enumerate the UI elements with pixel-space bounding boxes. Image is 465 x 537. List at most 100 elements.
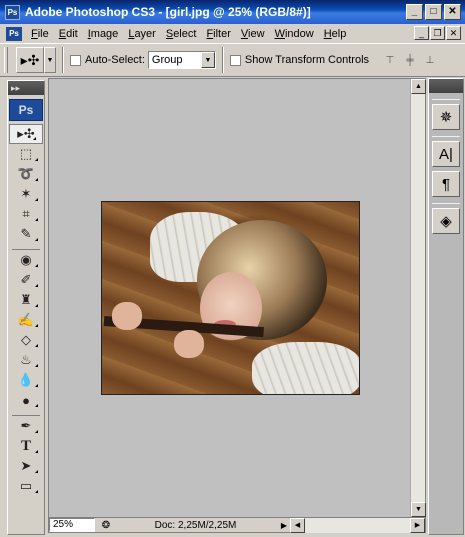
scroll-right-button[interactable]: ▶ [410, 517, 425, 533]
status-menu-arrow[interactable]: ▶ [278, 521, 290, 530]
menu-select[interactable]: Select [161, 28, 202, 40]
menu-window[interactable]: Window [270, 28, 319, 40]
menu-view[interactable]: View [236, 28, 270, 40]
character-panel-button[interactable]: A| [432, 141, 460, 167]
menu-filter[interactable]: Filter [201, 28, 235, 40]
close-button[interactable]: ✕ [444, 4, 461, 20]
move-tool[interactable]: ▸✣ [9, 124, 43, 144]
document-icon[interactable]: Ps [6, 26, 22, 41]
document-minimize-button[interactable]: _ [414, 26, 429, 40]
scroll-left-button[interactable]: ◀ [290, 517, 305, 533]
align-buttons: ⊤ ╪ ⊥ [383, 54, 437, 66]
menu-edit[interactable]: Edit [54, 28, 83, 40]
eyedropper-tool[interactable]: ✎ [8, 224, 44, 244]
document-image[interactable] [101, 201, 360, 395]
auto-select-label: Auto-Select: [85, 54, 145, 66]
layers-icon: ◈ [440, 213, 452, 230]
document-window-controls: _ ❐ ✕ [414, 26, 461, 40]
zoom-field[interactable]: 25% [49, 518, 95, 532]
chevron-left-icon: ◀ [294, 522, 301, 529]
align-middle-icon[interactable]: ╪ [403, 54, 417, 66]
photoshop-app-icon[interactable]: Ps [5, 4, 20, 20]
dodge-icon: ● [22, 392, 30, 408]
chevron-up-icon: ▲ [415, 83, 422, 90]
clone-stamp-tool[interactable]: ♜ [8, 290, 44, 310]
magic-wand-tool[interactable]: ✶ [8, 184, 44, 204]
document-window: ▲ ▼ 25% ❂ Doc: 2,25M/2,25M ▶ ◀ ▶ [48, 78, 426, 533]
align-top-icon[interactable]: ⊤ [383, 54, 397, 66]
tool-preset-dropdown[interactable]: ▼ [44, 47, 56, 73]
pen-icon: ✒ [20, 418, 32, 433]
paint-bucket-tool[interactable]: ♨ [8, 350, 44, 370]
chevron-down-icon: ▼ [200, 52, 215, 68]
chevron-right-icon: ▶ [414, 522, 421, 529]
minimize-button[interactable]: _ [406, 4, 423, 20]
blur-icon: 💧 [17, 372, 35, 387]
dock-group-navigator: ✵ [432, 99, 460, 130]
eraser-icon: ◇ [21, 332, 31, 347]
canvas-area[interactable] [49, 79, 411, 517]
options-bar: ▸✣ ▼ Auto-Select: Group ▼ Show Transform… [0, 43, 465, 77]
lasso-tool[interactable]: ➰ [8, 164, 44, 184]
eraser-tool[interactable]: ◇ [8, 330, 44, 350]
navigator-panel-button[interactable]: ✵ [432, 104, 460, 130]
photoshop-logo[interactable]: Ps [9, 99, 43, 121]
move-tool-icon: ▸✣ [20, 51, 40, 68]
document-close-button[interactable]: ✕ [446, 26, 461, 40]
document-restore-button[interactable]: ❐ [430, 26, 445, 40]
history-brush-tool[interactable]: ✍ [8, 310, 44, 330]
auto-select-dropdown[interactable]: Group ▼ [147, 51, 216, 69]
version-cue-icon[interactable]: ❂ [99, 518, 113, 532]
magic-wand-icon: ✶ [20, 186, 32, 201]
blur-tool[interactable]: 💧 [8, 370, 44, 390]
options-bar-grip[interactable] [4, 47, 8, 73]
type-tool[interactable]: T [8, 436, 44, 456]
document-size-info: Doc: 2,25M/2,25M [154, 519, 237, 531]
menu-file[interactable]: File [26, 28, 54, 40]
brush-icon: ✐ [20, 272, 32, 287]
character-icon: A| [439, 145, 453, 163]
healing-icon: ◉ [20, 252, 32, 267]
eyedropper-icon: ✎ [20, 226, 32, 241]
vertical-scrollbar[interactable]: ▲ ▼ [410, 79, 426, 517]
title-bar: Ps Adobe Photoshop CS3 - [girl.jpg @ 25%… [0, 0, 465, 24]
show-transform-checkbox[interactable] [229, 54, 241, 66]
auto-select-checkbox[interactable] [70, 54, 81, 66]
dodge-tool[interactable]: ● [8, 390, 44, 410]
healing-brush-tool[interactable]: ◉ [8, 250, 44, 270]
show-transform-label: Show Transform Controls [244, 54, 370, 66]
lasso-icon: ➰ [17, 166, 35, 181]
layers-panel-button[interactable]: ◈ [432, 208, 460, 234]
maximize-button[interactable]: □ [425, 4, 442, 20]
panel-dock: ✵ A| ¶ ◈ [428, 78, 464, 535]
window-title: Adobe Photoshop CS3 - [girl.jpg @ 25% (R… [25, 5, 311, 19]
paint-bucket-icon: ♨ [20, 352, 32, 367]
tool-preset-picker[interactable]: ▸✣ [16, 47, 44, 73]
history-brush-icon: ✍ [17, 312, 35, 327]
horizontal-scrollbar[interactable]: ◀ ▶ [290, 517, 425, 533]
status-bar: 25% ❂ Doc: 2,25M/2,25M ▶ ◀ ▶ [49, 517, 425, 533]
move-icon: ▸✣ [17, 126, 35, 141]
chevron-down-icon: ▼ [415, 506, 422, 513]
scroll-up-button[interactable]: ▲ [411, 79, 426, 94]
paragraph-panel-button[interactable]: ¶ [432, 171, 460, 197]
type-icon: T [20, 437, 31, 454]
marquee-tool[interactable]: ⬚ [8, 144, 44, 164]
shape-tool[interactable]: ▭ [8, 476, 44, 496]
pen-tool[interactable]: ✒ [8, 416, 44, 436]
brush-tool[interactable]: ✐ [8, 270, 44, 290]
dock-header[interactable] [429, 79, 463, 93]
crop-icon: ⌗ [22, 206, 30, 221]
image-hand-shape [174, 330, 204, 358]
toolbox-header[interactable]: ▸▸ [8, 81, 44, 95]
scroll-down-button[interactable]: ▼ [411, 502, 426, 517]
align-bottom-icon[interactable]: ⊥ [423, 54, 437, 66]
menu-help[interactable]: Help [319, 28, 352, 40]
menu-image[interactable]: Image [83, 28, 124, 40]
path-selection-tool[interactable]: ➤ [8, 456, 44, 476]
image-hand-shape [112, 302, 142, 330]
window-controls: _ □ ✕ [406, 4, 461, 20]
auto-select-value: Group [151, 54, 183, 66]
crop-tool[interactable]: ⌗ [8, 204, 44, 224]
menu-layer[interactable]: Layer [123, 28, 161, 40]
